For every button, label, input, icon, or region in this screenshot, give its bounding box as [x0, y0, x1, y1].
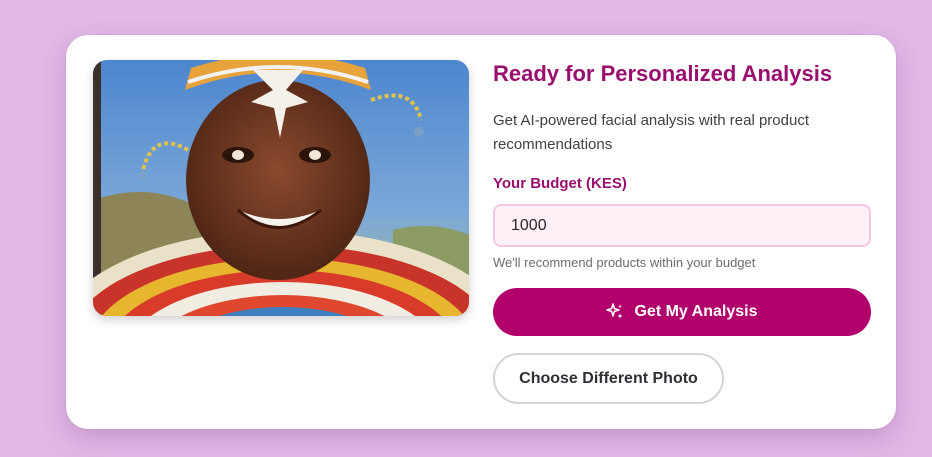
get-analysis-button[interactable]: Get My Analysis — [493, 288, 871, 336]
budget-label: Your Budget (KES) — [493, 175, 627, 192]
choose-different-photo-button[interactable]: Choose Different Photo — [493, 353, 724, 404]
uploaded-photo — [93, 60, 469, 316]
page-subtitle: Get AI-powered facial analysis with real… — [493, 112, 809, 153]
budget-hint: We'll recommend products within your bud… — [493, 255, 756, 270]
budget-input[interactable] — [493, 204, 871, 247]
portrait-illustration — [93, 60, 469, 316]
page-title: Ready for Personalized Analysis — [493, 61, 833, 86]
sparkles-icon — [606, 303, 624, 321]
get-analysis-label: Get My Analysis — [634, 303, 758, 320]
